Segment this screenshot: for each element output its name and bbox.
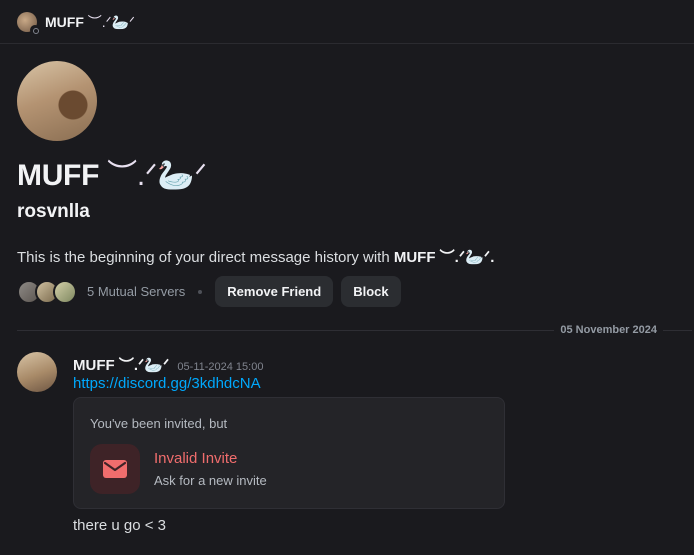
invite-heading: You've been invited, but [90, 416, 228, 431]
mutual-servers-link[interactable]: 5 Mutual Servers [87, 284, 185, 299]
dm-intro-text: This is the beginning of your direct mes… [17, 246, 494, 267]
separator-dot [198, 289, 203, 294]
profile-name-decoration: ︶.ᐟ🦢ᐟ [107, 159, 207, 192]
header-title[interactable]: MUFF ︶.ᐟ🦢ᐟ [45, 12, 135, 32]
message-avatar[interactable] [17, 352, 57, 392]
header-avatar[interactable] [17, 11, 40, 35]
invite-title: Invalid Invite [154, 450, 238, 467]
dm-header: MUFF ︶.ᐟ🦢ᐟ [0, 0, 694, 44]
offline-status-icon [30, 24, 40, 35]
header-name: MUFF [45, 13, 84, 30]
message-invite-link[interactable]: https://discord.gg/3kdhdcNA [73, 375, 261, 392]
server-icon [53, 279, 77, 304]
profile-username: rosvnlla [17, 201, 90, 222]
message-text: there u go < 3 [73, 517, 166, 534]
profile-display-name-text: MUFF [17, 159, 100, 192]
invite-embed: You've been invited, but Invalid Invite … [73, 397, 505, 509]
date-divider-label: 05 November 2024 [554, 324, 663, 336]
dm-intro-prefix: This is the beginning of your direct mes… [17, 249, 390, 266]
envelope-icon [90, 444, 140, 494]
dm-intro-name: MUFF ︶.ᐟ🦢ᐟ. [393, 249, 495, 266]
remove-friend-button[interactable]: Remove Friend [215, 276, 334, 307]
mutual-server-icons[interactable] [17, 279, 77, 304]
profile-display-name: MUFF ︶.ᐟ🦢ᐟ [17, 150, 207, 194]
block-button[interactable]: Block [341, 276, 401, 307]
profile-avatar[interactable] [17, 61, 97, 141]
message-author[interactable]: MUFF ︶.ᐟ🦢ᐟ [73, 354, 169, 375]
envelope-icon-graphic [103, 460, 127, 478]
header-name-decoration: ︶.ᐟ🦢ᐟ [87, 13, 135, 30]
invite-subtitle: Ask for a new invite [154, 473, 267, 488]
message-timestamp: 05-11-2024 15:00 [177, 361, 264, 373]
message-header: MUFF ︶.ᐟ🦢ᐟ 05-11-2024 15:00 [73, 354, 263, 375]
mutual-row: 5 Mutual Servers Remove Friend Block [17, 276, 401, 307]
